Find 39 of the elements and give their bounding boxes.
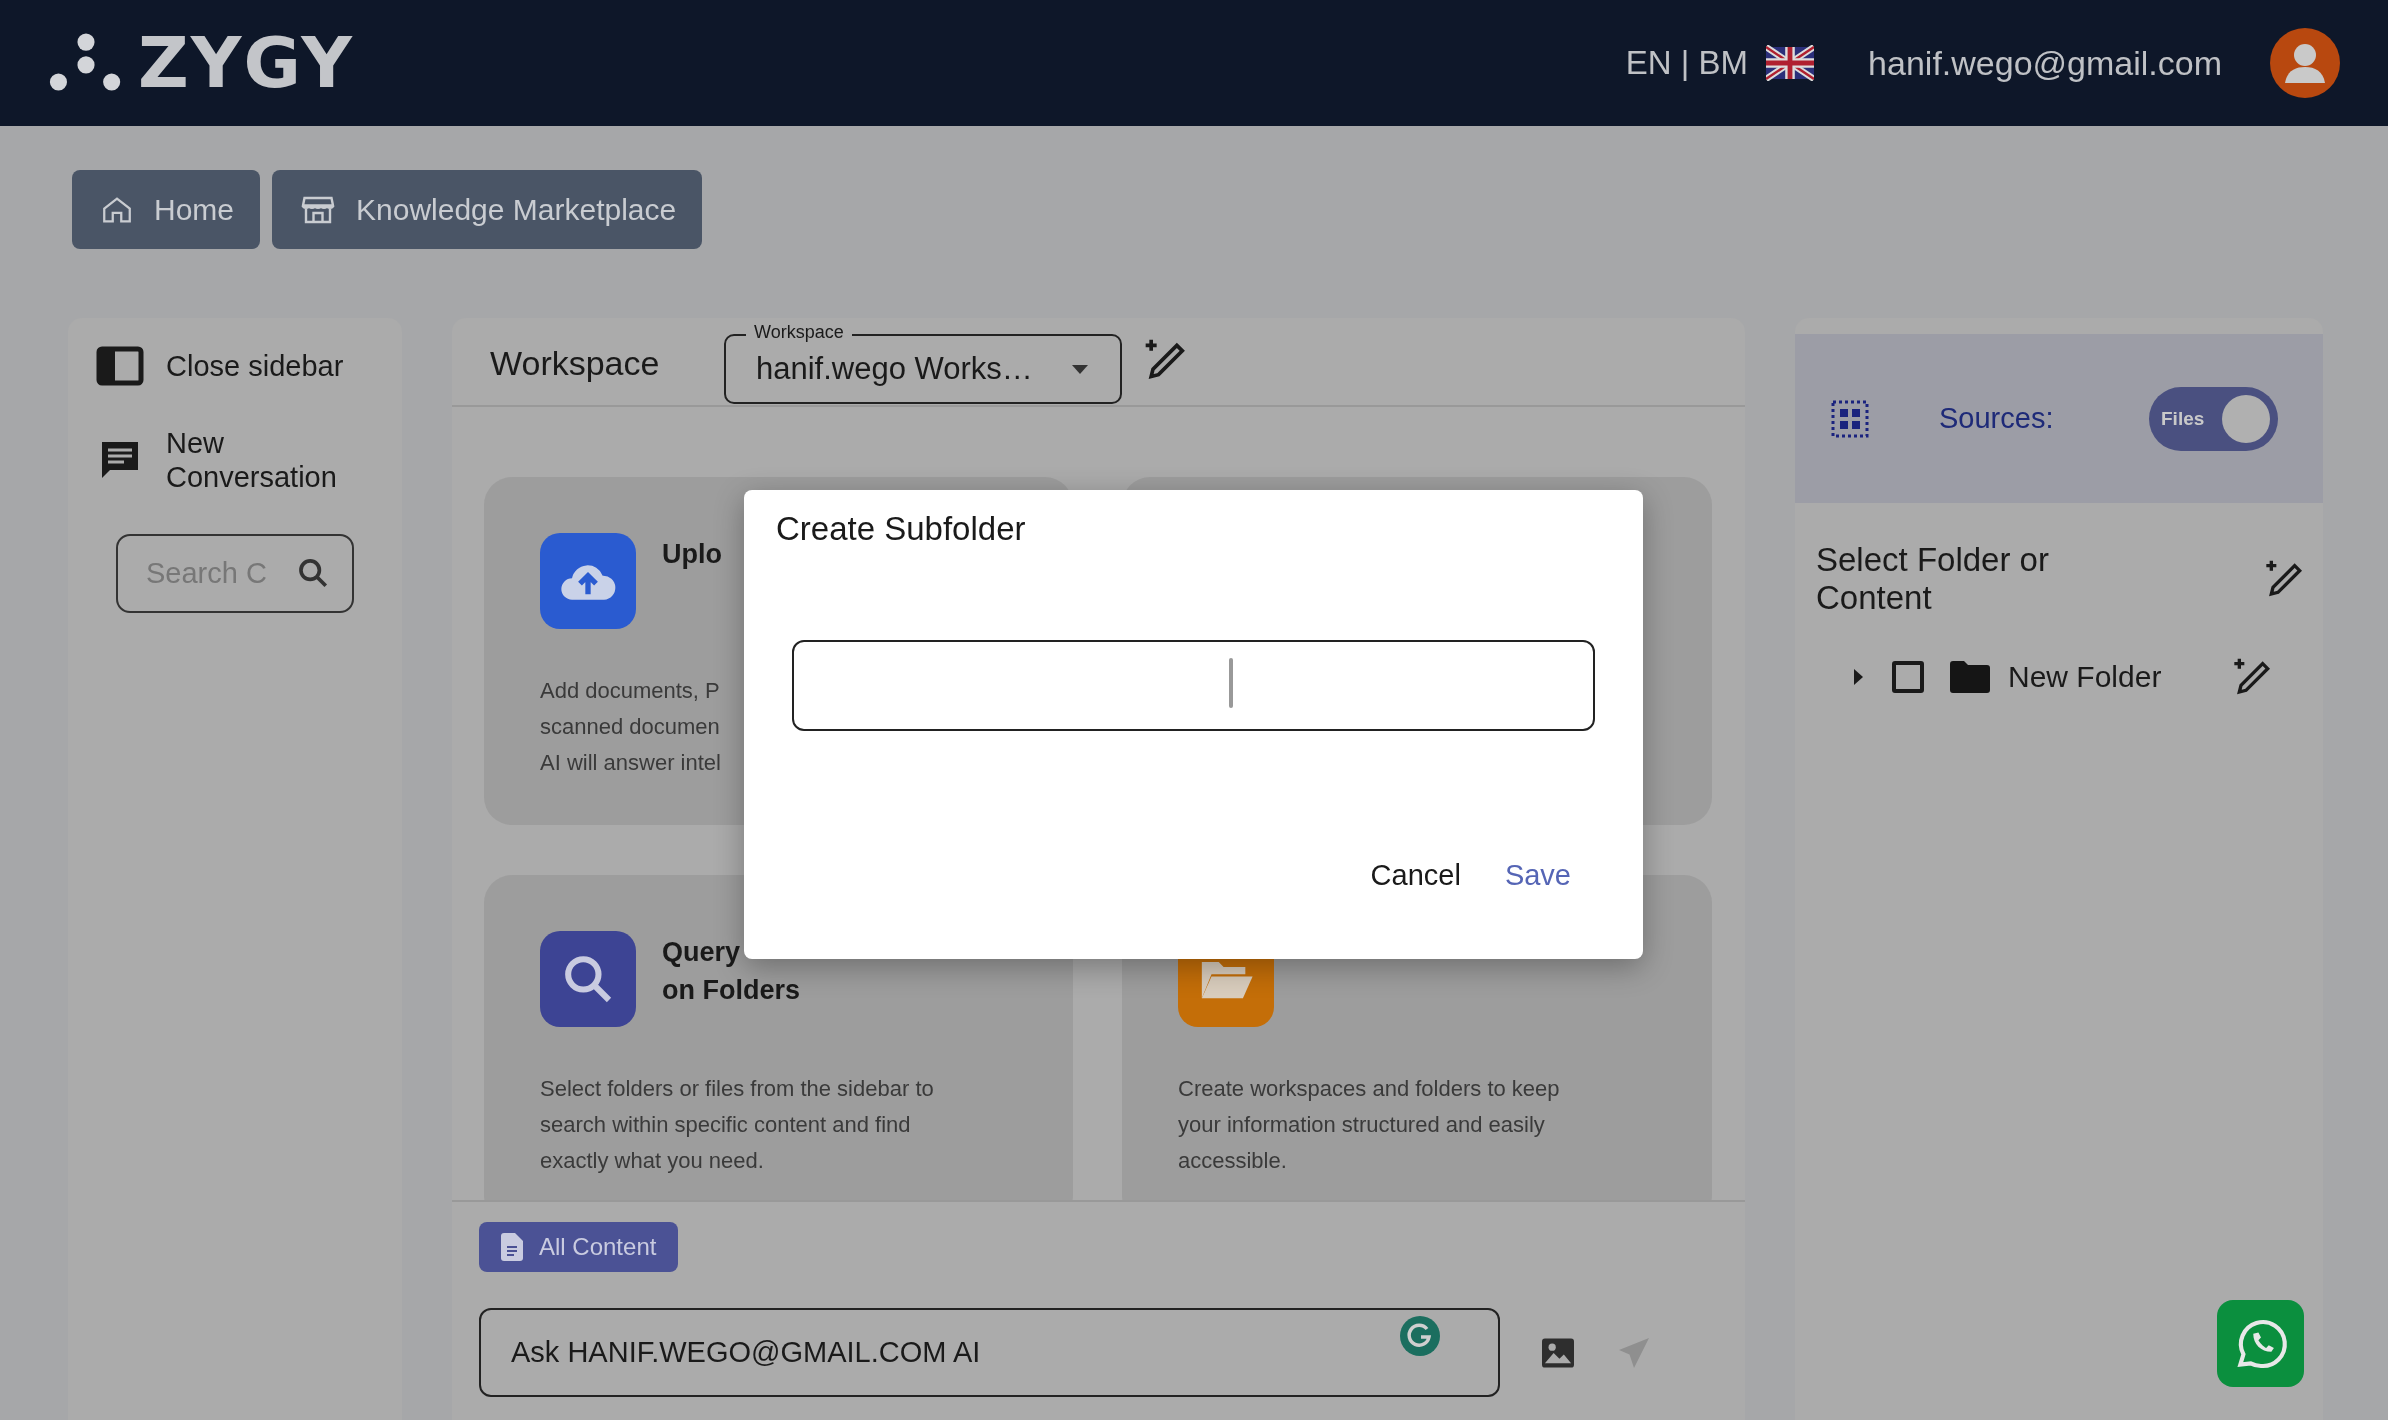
flag-icon[interactable]	[1766, 45, 1815, 81]
edit-plus-icon[interactable]	[2263, 559, 2303, 599]
folder-icon	[1950, 661, 1990, 693]
avatar-icon[interactable]	[2270, 28, 2340, 98]
home-button[interactable]: Home	[72, 170, 261, 249]
logo-text: ZYGY	[138, 22, 355, 104]
content-filter-chip[interactable]: All Content	[479, 1222, 679, 1272]
chat-input[interactable]: Ask HANIF.WEGO@GMAIL.COM AI	[479, 1308, 1500, 1397]
user-email: hanif.wego@gmail.com	[1868, 43, 2222, 83]
image-icon[interactable]	[1540, 1336, 1576, 1369]
search-icon[interactable]	[296, 556, 330, 590]
close-sidebar-button[interactable]: Close sidebar	[96, 346, 402, 386]
files-toggle[interactable]: Files	[2149, 386, 2278, 451]
select-label: Workspace	[746, 322, 852, 342]
card-description: Select folders or files from the sidebar to search within specific content and find exactly what you need.	[540, 1075, 935, 1175]
dialog-title: Create Subfolder	[776, 510, 1027, 548]
dropdown-caret-icon	[1070, 363, 1090, 375]
sidebar-panel-icon	[96, 346, 144, 386]
new-conversation-button[interactable]: New Conversation	[96, 426, 402, 494]
save-button[interactable]: Save	[1500, 851, 1575, 900]
sources-label: Sources:	[1939, 402, 2055, 435]
card-description: Add documents, P scanned documen AI will answer intel	[540, 677, 722, 777]
marketplace-button[interactable]: Knowledge Marketplace	[272, 170, 703, 249]
cancel-button[interactable]: Cancel	[1366, 851, 1465, 900]
card-title: Query on Folders	[662, 936, 800, 1007]
document-icon	[501, 1233, 523, 1261]
card-title: Uplo	[662, 538, 722, 571]
panel-title: Select Folder or Content	[1816, 541, 2050, 617]
folder-name[interactable]: New Folder	[2008, 660, 2162, 694]
checkbox[interactable]	[1892, 661, 1924, 693]
folder-name-field[interactable]	[792, 640, 1595, 731]
grammar-icon[interactable]	[1398, 1314, 1442, 1358]
card-description: Create workspaces and folders to keep your information structured and easily accessible.	[1178, 1075, 1561, 1175]
grid-icon[interactable]	[1831, 399, 1869, 438]
text-cursor	[1229, 658, 1233, 708]
language-label[interactable]: EN | BM	[1625, 44, 1749, 82]
chat-support-button[interactable]	[2217, 1300, 2304, 1387]
workspace-title: Workspace	[490, 344, 661, 383]
edit-plus-icon[interactable]	[2231, 657, 2272, 697]
